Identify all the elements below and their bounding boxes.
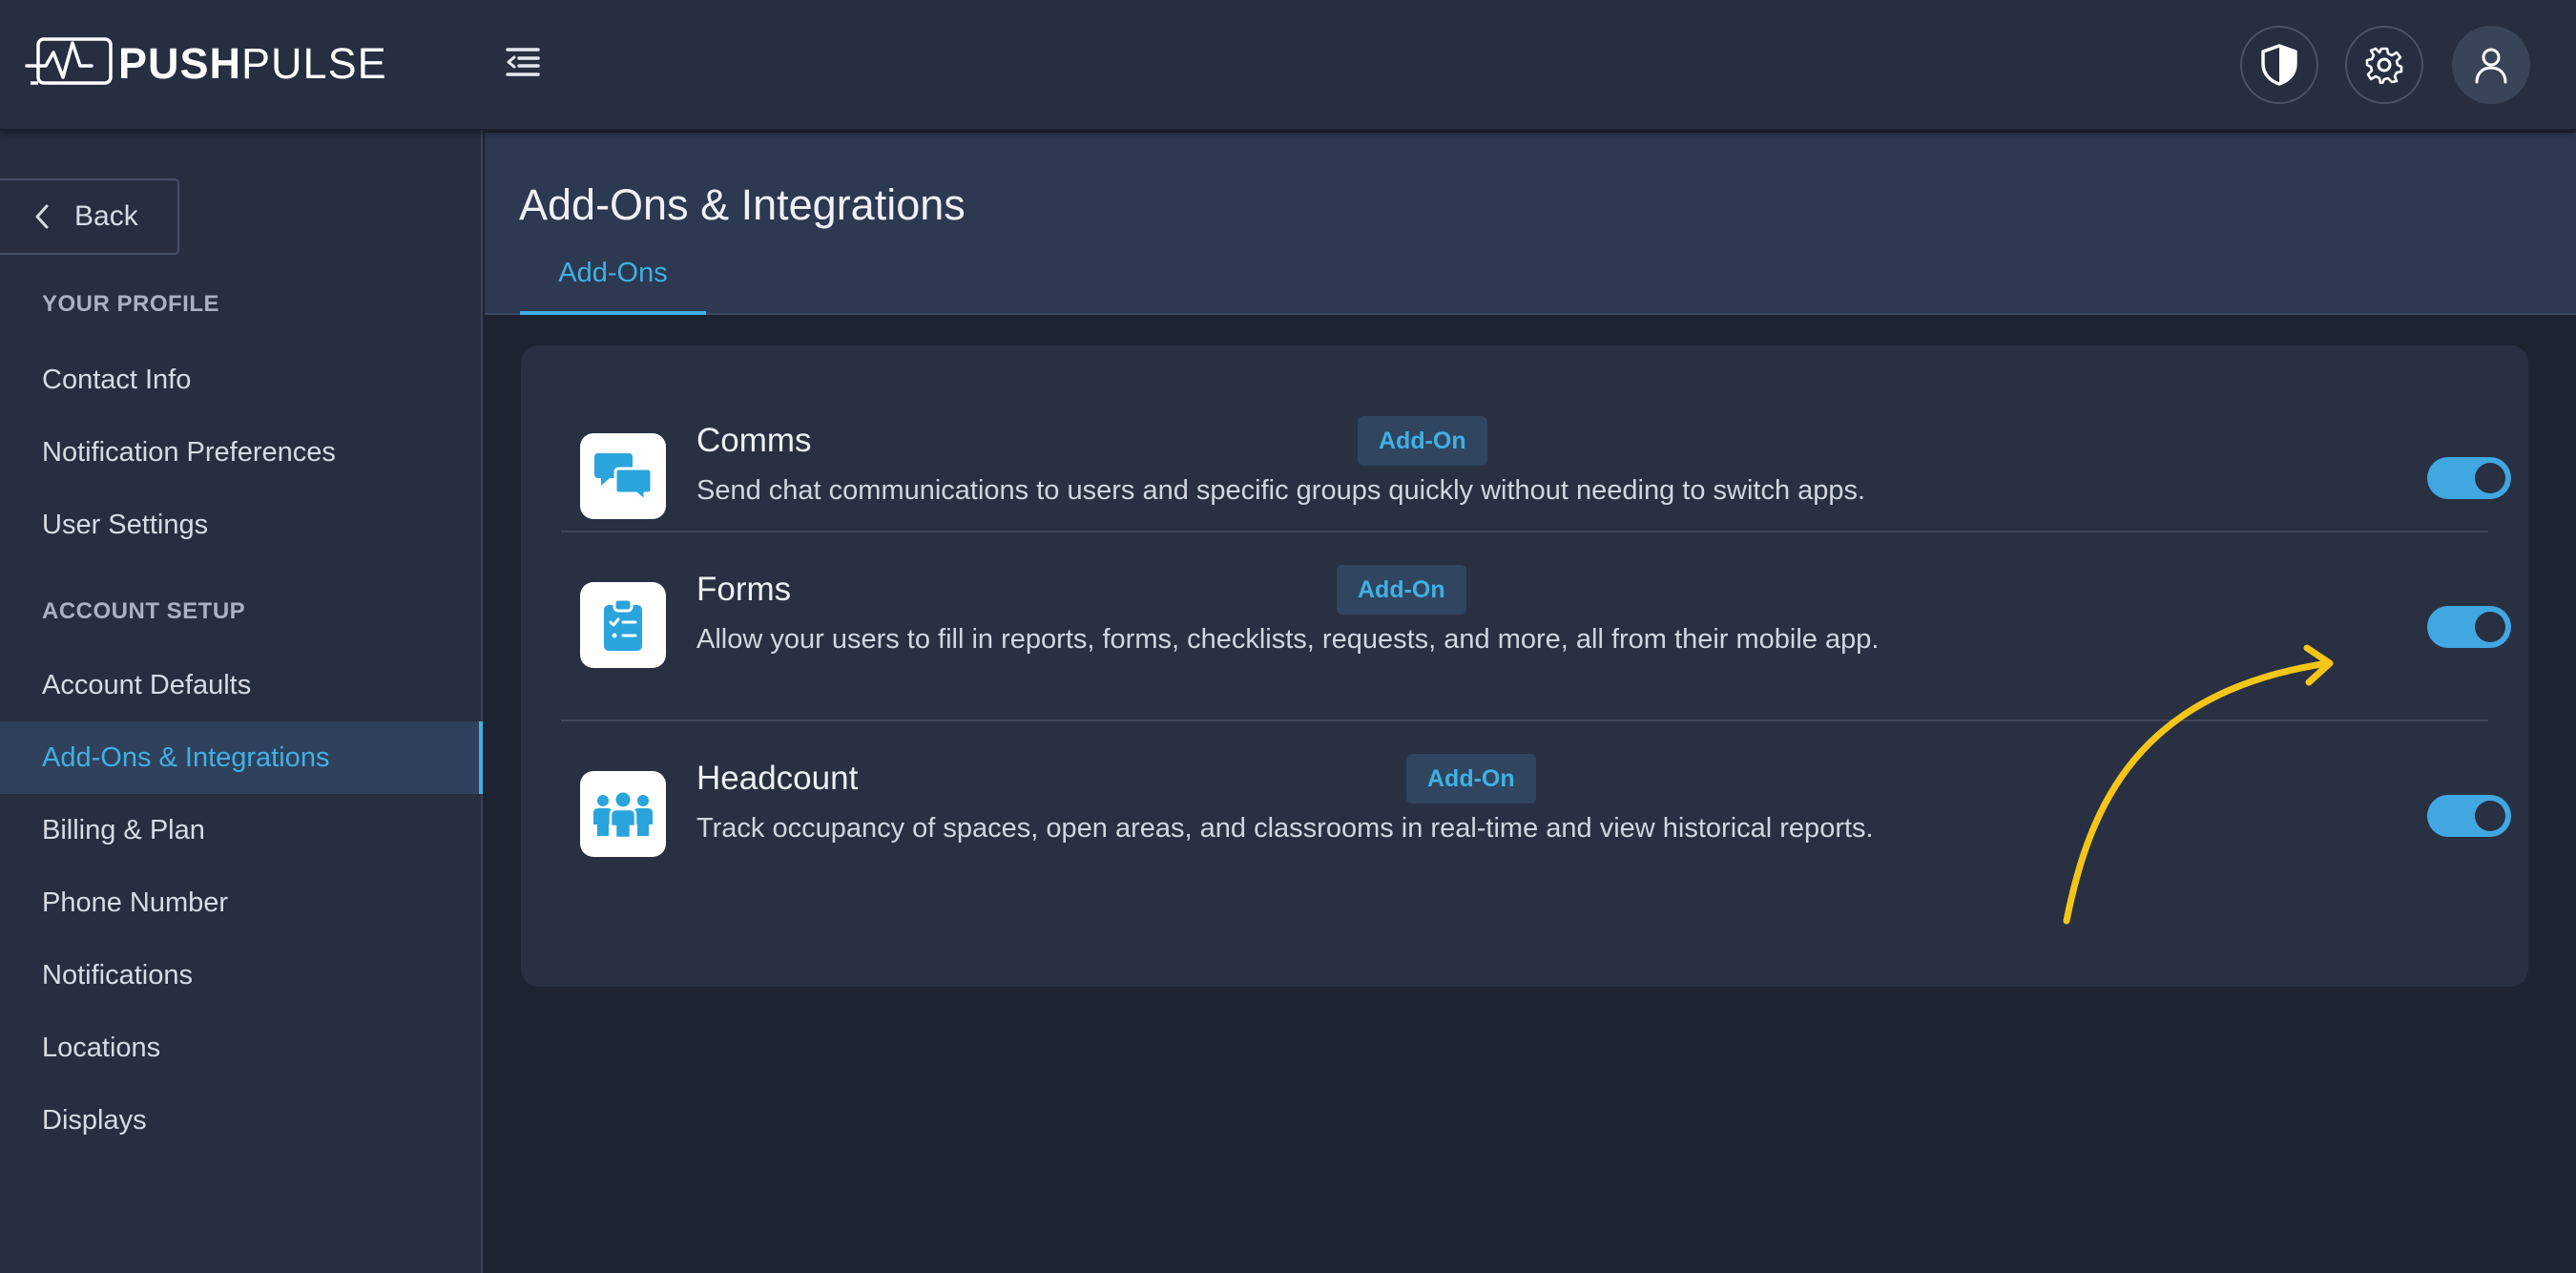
sidebar-item-billing-plan[interactable]: Billing & Plan (0, 794, 483, 866)
settings-sidebar: Back YOUR PROFILE Contact Info Notificat… (0, 131, 483, 1273)
headcount-toggle[interactable] (2427, 795, 2511, 837)
user-avatar-button[interactable] (2452, 26, 2530, 104)
sidebar-item-label: Displays (42, 1104, 147, 1136)
sidebar-item-account-defaults[interactable]: Account Defaults (0, 649, 483, 721)
security-button[interactable] (2240, 26, 2318, 104)
sidebar-item-contact-info[interactable]: Contact Info (0, 344, 483, 416)
sidebar-item-label: Billing & Plan (42, 814, 205, 845)
add-on-badge: Add-On (1337, 565, 1466, 615)
sidebar-item-user-settings[interactable]: User Settings (0, 489, 483, 561)
tab-add-ons[interactable]: Add-Ons (520, 248, 706, 315)
logo-wordmark: PUSHPULSE (118, 38, 387, 88)
section-title-your-profile: YOUR PROFILE (42, 291, 220, 317)
sidebar-item-label: User Settings (42, 509, 209, 540)
top-bar: PUSHPULSE (0, 0, 2576, 131)
sidebar-item-notification-preferences[interactable]: Notification Preferences (0, 416, 483, 489)
chevron-left-icon (35, 204, 49, 229)
menu-collapse-button[interactable] (501, 40, 545, 84)
add-on-badge: Add-On (1358, 416, 1487, 466)
addon-description: Allow your users to fill in reports, for… (696, 624, 1880, 655)
comms-app-icon (580, 433, 666, 519)
page-title: Add-Ons & Integrations (519, 180, 966, 229)
sidebar-item-displays[interactable]: Displays (0, 1084, 483, 1157)
section-title-account-setup: ACCOUNT SETUP (42, 598, 246, 624)
back-label: Back (74, 200, 138, 232)
pulse-logo-icon (25, 37, 113, 85)
add-ons-card: Comms Add-On Send chat communications to… (521, 345, 2528, 987)
sidebar-item-label: Locations (42, 1032, 161, 1063)
sidebar-item-add-ons-integrations[interactable]: Add-Ons & Integrations (0, 721, 483, 794)
toggle-knob (2475, 463, 2505, 493)
sidebar-item-label: Account Defaults (42, 669, 252, 700)
menu-collapse-icon (506, 48, 540, 76)
settings-button[interactable] (2345, 26, 2423, 104)
addon-name: Comms (696, 422, 812, 459)
user-icon (2475, 48, 2507, 84)
addon-row-forms: Forms Add-On Allow your users to fill in… (561, 534, 2511, 721)
sidebar-item-locations[interactable]: Locations (0, 1012, 483, 1084)
sidebar-item-label: Notifications (42, 959, 193, 991)
sidebar-item-label: Phone Number (42, 887, 229, 918)
gear-icon (2365, 47, 2403, 84)
back-button[interactable]: Back (0, 178, 179, 255)
forms-toggle[interactable] (2427, 606, 2511, 648)
pushpulse-logo[interactable]: PUSHPULSE (25, 36, 387, 90)
addon-description: Track occupancy of spaces, open areas, a… (696, 813, 1874, 844)
chat-bubbles-icon (594, 453, 654, 503)
headcount-app-icon (580, 771, 666, 857)
sidebar-item-notifications[interactable]: Notifications (0, 939, 483, 1012)
sidebar-item-phone-number[interactable]: Phone Number (0, 866, 483, 939)
page-header: Add-Ons & Integrations Add-Ons (485, 133, 2576, 315)
sidebar-item-label: Notification Preferences (42, 436, 336, 468)
tab-label: Add-Ons (558, 258, 668, 288)
addon-row-headcount: Headcount Add-On Track occupancy of spac… (561, 723, 2511, 910)
addon-name: Headcount (696, 760, 859, 797)
toggle-knob (2475, 801, 2505, 831)
comms-toggle[interactable] (2427, 457, 2511, 499)
toggle-knob (2475, 612, 2505, 642)
addon-row-comms: Comms Add-On Send chat communications to… (561, 345, 2511, 532)
add-on-badge: Add-On (1406, 754, 1536, 803)
addon-name: Forms (696, 571, 792, 608)
sidebar-item-label: Add-Ons & Integrations (42, 741, 330, 773)
forms-app-icon (580, 582, 666, 668)
addon-description: Send chat communications to users and sp… (696, 475, 1866, 506)
shield-icon (2261, 44, 2297, 86)
people-group-icon (593, 792, 653, 838)
sidebar-item-label: Contact Info (42, 364, 192, 395)
clipboard-checklist-icon (604, 597, 642, 651)
